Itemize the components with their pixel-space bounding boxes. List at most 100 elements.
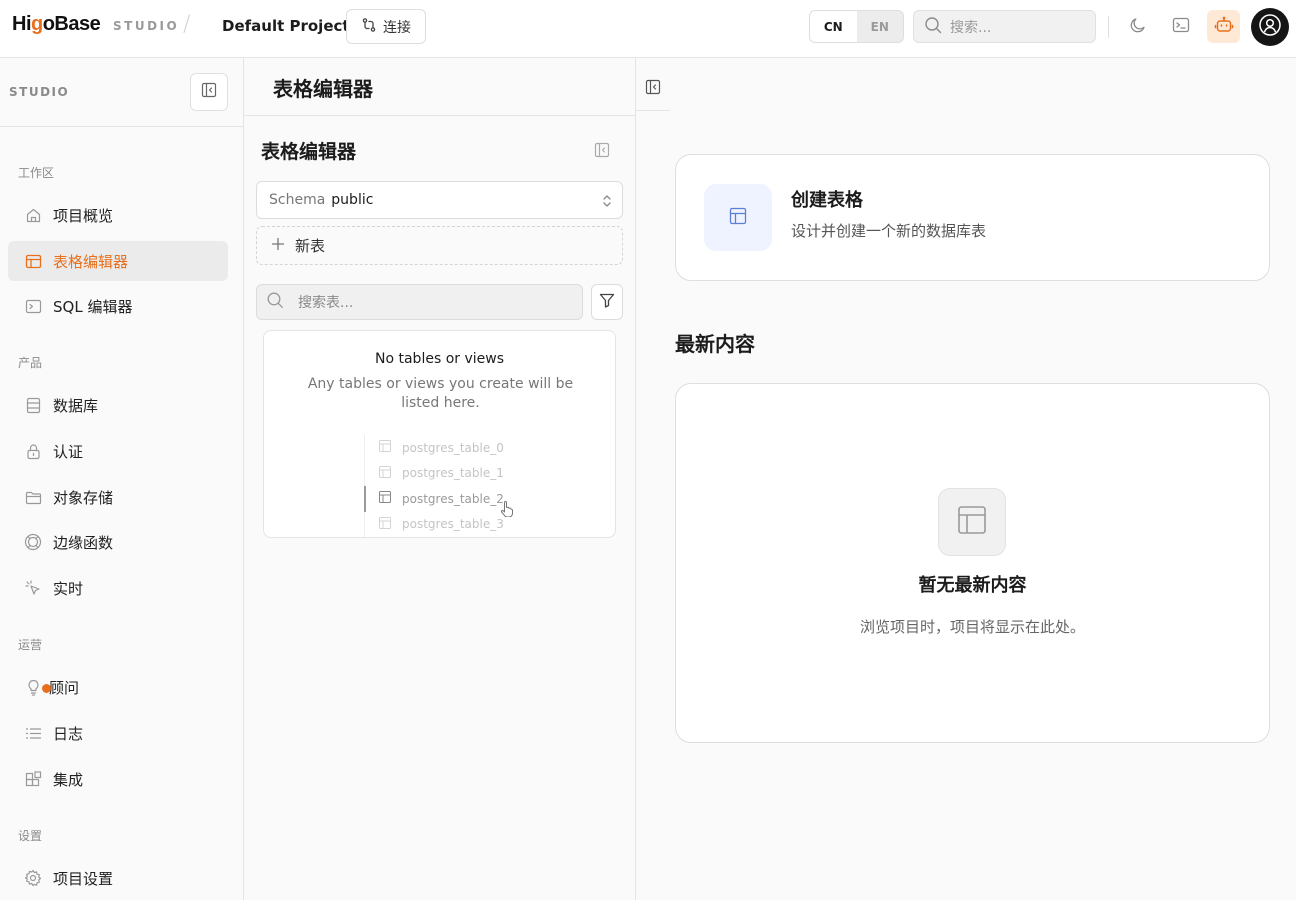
sidebar-item-overview[interactable]: 项目概览 xyxy=(8,195,228,235)
table-icon xyxy=(379,465,391,481)
tab-underline xyxy=(636,110,670,111)
terminal-icon xyxy=(24,297,42,315)
ghost-table-row: postgres_table_1 xyxy=(364,461,524,487)
new-table-label: 新表 xyxy=(295,237,326,255)
chevron-up-down-icon xyxy=(601,193,613,213)
table-search-placeholder: 搜索表... xyxy=(298,295,354,311)
project-name[interactable]: Default Project xyxy=(222,17,350,35)
lang-en-button[interactable]: EN xyxy=(857,11,904,42)
sidebar-item-storage[interactable]: 对象存储 xyxy=(8,477,228,517)
folder-icon xyxy=(24,488,42,506)
ghost-table-name: postgres_table_2 xyxy=(402,491,504,506)
panel-collapse-button[interactable] xyxy=(594,142,610,158)
ghost-table-name: postgres_table_3 xyxy=(402,517,504,532)
search-icon xyxy=(266,291,284,313)
sidebar-item-auth[interactable]: 认证 xyxy=(8,431,228,471)
user-avatar-button[interactable] xyxy=(1251,8,1289,46)
sidebar-item-label: 日志 xyxy=(53,724,84,743)
global-search-placeholder: 搜索... xyxy=(950,19,992,36)
table-icon xyxy=(24,252,42,270)
recent-items-card: 暂无最新内容 浏览项目时，项目将显示在此处。 xyxy=(675,383,1270,743)
section-settings: 设置 xyxy=(18,829,43,843)
sidebar-studio-label: STUDIO xyxy=(9,85,70,99)
sidebar-item-label: 项目设置 xyxy=(53,869,114,888)
sidebar-item-label: SQL 编辑器 xyxy=(53,297,133,316)
create-table-card[interactable]: 创建表格 设计并创建一个新的数据库表 xyxy=(675,154,1270,281)
sidebar-item-label: 表格编辑器 xyxy=(53,252,129,271)
plug-icon xyxy=(361,17,377,37)
sidebar-item-label: 顾问 xyxy=(49,678,80,697)
sidebar-item-project-settings[interactable]: 项目设置 xyxy=(8,858,228,898)
new-table-button[interactable]: 新表 xyxy=(256,226,623,265)
edge-functions-icon xyxy=(24,533,42,551)
lang-cn-button[interactable]: CN xyxy=(810,11,857,42)
sidebar-item-integrations[interactable]: 集成 xyxy=(8,759,228,799)
connect-button[interactable]: 连接 xyxy=(346,9,426,44)
ai-assistant-button[interactable] xyxy=(1207,10,1240,43)
panel-collapse-icon xyxy=(201,82,217,102)
toolbar-divider xyxy=(1108,16,1109,38)
database-icon xyxy=(24,396,42,414)
language-toggle: CN EN xyxy=(809,10,904,43)
schema-value: public xyxy=(331,192,374,208)
cursor-click-icon xyxy=(24,579,42,597)
sidebar-header: STUDIO xyxy=(0,58,243,127)
logo-text-prefix: Hi xyxy=(12,13,32,35)
higobase-logo[interactable]: HigoBase xyxy=(12,13,101,36)
table-icon xyxy=(957,505,987,539)
recent-section-title: 最新内容 xyxy=(675,332,755,356)
table-search-input[interactable]: 搜索表... xyxy=(256,284,583,320)
home-icon xyxy=(24,206,42,224)
sidebar-item-advisor[interactable]: 顾问 xyxy=(8,667,228,707)
global-search-input[interactable]: 搜索... xyxy=(913,10,1096,43)
ghost-table-row: postgres_table_0 xyxy=(364,435,524,461)
create-table-icon-tile xyxy=(704,184,772,251)
sidebar-collapse-button[interactable] xyxy=(190,73,228,111)
integrations-icon xyxy=(24,770,42,788)
top-bar: HigoBase STUDIO / Default Project 连接 CN … xyxy=(0,0,1296,58)
sidebar-item-label: 对象存储 xyxy=(53,488,114,507)
hand-cursor-icon xyxy=(500,501,514,521)
panel-expand-button[interactable] xyxy=(645,79,661,99)
panel-collapse-icon xyxy=(594,142,610,162)
sidebar-item-sql-editor[interactable]: SQL 编辑器 xyxy=(8,286,228,326)
sidebar-item-label: 项目概览 xyxy=(53,206,114,225)
empty-title: No tables or views xyxy=(375,351,504,367)
sidebar-item-logs[interactable]: 日志 xyxy=(8,713,228,753)
section-operations: 运营 xyxy=(18,638,43,652)
moon-icon xyxy=(1129,16,1147,38)
create-table-description: 设计并创建一个新的数据库表 xyxy=(791,222,987,240)
sidebar-item-label: 实时 xyxy=(53,579,84,598)
sidebar-item-realtime[interactable]: 实时 xyxy=(8,568,228,608)
schema-select[interactable]: Schema public xyxy=(256,181,623,219)
gear-icon xyxy=(24,869,42,887)
list-icon xyxy=(24,724,42,742)
ghost-table-list: postgres_table_0 postgres_table_1 postgr… xyxy=(364,435,524,537)
panel-collapse-icon xyxy=(645,79,661,99)
empty-tables-card: No tables or views Any tables or views y… xyxy=(263,330,616,538)
sidebar-item-table-editor[interactable]: 表格编辑器 xyxy=(8,241,228,281)
sidebar-item-edge-functions[interactable]: 边缘函数 xyxy=(8,522,228,562)
table-icon xyxy=(729,207,747,229)
connect-label: 连接 xyxy=(383,19,411,36)
sidebar-item-label: 认证 xyxy=(53,442,84,461)
user-avatar-icon xyxy=(1258,13,1282,41)
left-sidebar: STUDIO 工作区 项目概览 表格编辑器 SQL 编辑器 产品 数据库 认证 … xyxy=(0,58,244,900)
terminal-button[interactable] xyxy=(1164,10,1197,43)
studio-tag: STUDIO xyxy=(113,19,180,33)
table-icon xyxy=(379,440,391,455)
filter-button[interactable] xyxy=(591,284,623,320)
lock-icon xyxy=(24,442,42,460)
sidebar-item-database[interactable]: 数据库 xyxy=(8,385,228,425)
terminal-icon xyxy=(1172,16,1190,38)
sidebar-item-label: 边缘函数 xyxy=(53,533,114,552)
table-icon xyxy=(379,491,391,506)
theme-toggle-button[interactable] xyxy=(1121,10,1154,43)
search-icon xyxy=(924,16,942,38)
schema-label: Schema xyxy=(269,192,326,208)
logo-text-accent: g xyxy=(31,13,43,35)
recent-empty-description: 浏览项目时，项目将显示在此处。 xyxy=(859,618,1085,636)
assistant-bot-icon xyxy=(1214,15,1234,39)
filter-icon xyxy=(599,292,615,312)
sidebar-item-label: 集成 xyxy=(53,770,84,789)
